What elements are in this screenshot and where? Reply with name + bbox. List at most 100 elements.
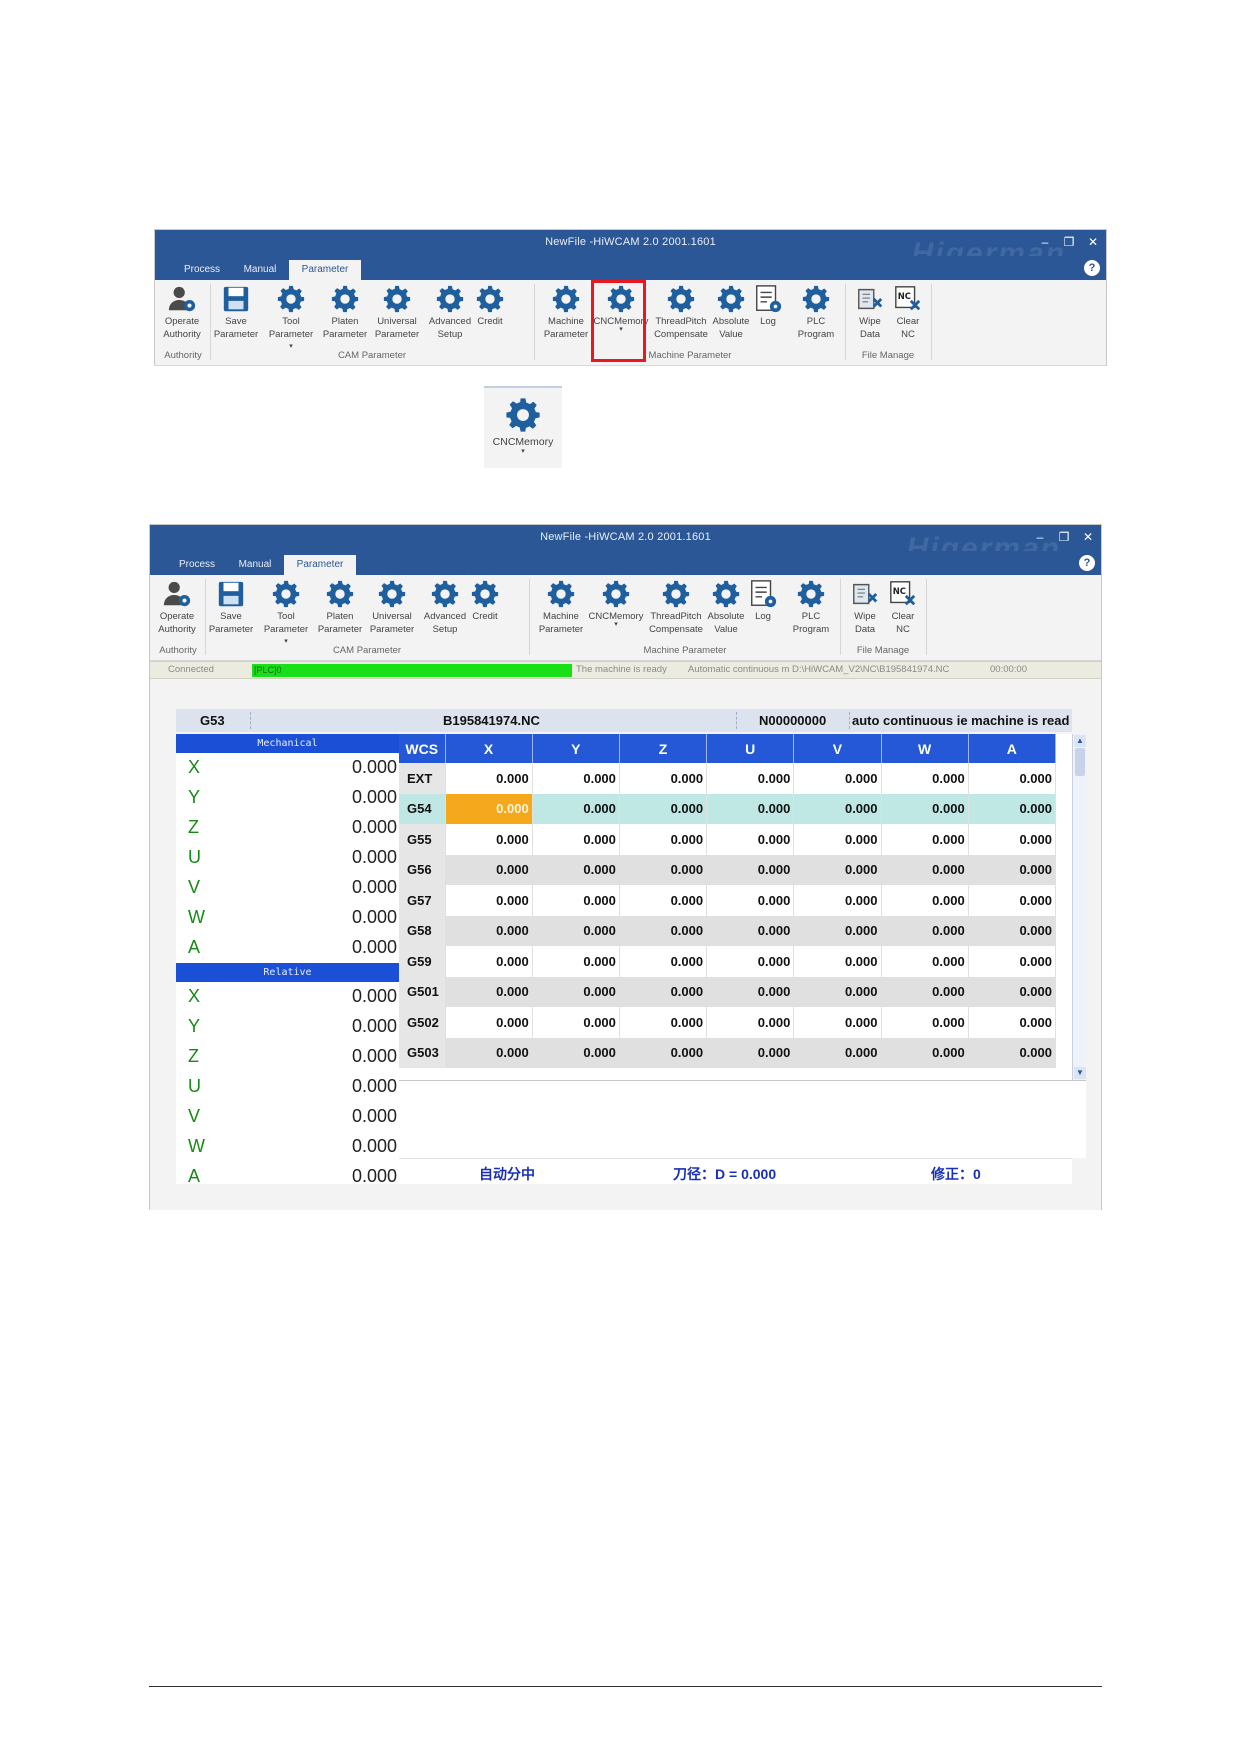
offset-value-cell[interactable]: 0.000 [532, 885, 620, 916]
offset-value-cell[interactable]: 0.000 [445, 763, 533, 794]
credit-button[interactable]: Credit [465, 579, 505, 639]
offset-value-cell[interactable]: 0.000 [793, 793, 882, 824]
offset-value-cell[interactable]: 0.000 [532, 976, 620, 1007]
offset-value-cell[interactable]: 0.000 [881, 1037, 969, 1068]
close-button[interactable]: ✕ [1081, 525, 1095, 549]
offset-value-cell[interactable]: 0.000 [793, 824, 882, 855]
offset-value-cell[interactable]: 0.000 [706, 1037, 795, 1068]
table-row[interactable]: G57 0.000 0.000 0.000 0.000 0.000 0.000 0.000 [399, 885, 1057, 916]
offset-value-cell[interactable]: 0.000 [619, 1007, 708, 1038]
offset-value-cell[interactable]: 0.000 [968, 946, 1057, 977]
advanced-setup-button[interactable]: Advanced Setup [425, 284, 475, 344]
offset-value-cell[interactable]: 0.000 [445, 976, 533, 1007]
table-row[interactable]: G59 0.000 0.000 0.000 0.000 0.000 0.000 0.000 [399, 946, 1057, 977]
log-button[interactable]: Log [743, 579, 783, 639]
table-row[interactable]: G55 0.000 0.000 0.000 0.000 0.000 0.000 0.000 [399, 824, 1057, 855]
offset-value-cell[interactable]: 0.000 [619, 946, 708, 977]
offset-value-cell[interactable]: 0.000 [706, 824, 795, 855]
threadpitch-compensate-button[interactable]: ThreadPitch Compensate [650, 284, 712, 344]
offset-value-cell[interactable]: 0.000 [445, 915, 533, 946]
tab-parameter[interactable]: Parameter [284, 555, 356, 575]
offset-value-cell[interactable]: 0.000 [793, 946, 882, 977]
save-parameter-button[interactable]: Save Parameter [206, 579, 256, 639]
offset-value-cell[interactable]: 0.000 [706, 915, 795, 946]
offset-value-cell[interactable]: 0.000 [881, 763, 969, 794]
tab-process[interactable]: Process [168, 555, 226, 575]
offset-value-cell[interactable]: 0.000 [881, 824, 969, 855]
offset-value-cell[interactable]: 0.000 [706, 793, 795, 824]
offset-value-cell[interactable]: 0.000 [445, 854, 533, 885]
offset-value-cell[interactable]: 0.000 [619, 976, 708, 1007]
tool-parameter-button[interactable]: Tool Parameter ▾ [266, 284, 316, 350]
operate-authority-button[interactable]: Operate Authority [157, 284, 207, 344]
offset-value-cell[interactable]: 0.000 [706, 1007, 795, 1038]
offset-value-cell[interactable]: 0.000 [532, 824, 620, 855]
table-row[interactable]: G503 0.000 0.000 0.000 0.000 0.000 0.000 0.000 [399, 1037, 1057, 1068]
table-row[interactable]: G54 0.000 0.000 0.000 0.000 0.000 0.000 0.000 [399, 793, 1057, 824]
advanced-setup-button[interactable]: Advanced Setup [420, 579, 470, 639]
offset-value-cell[interactable]: 0.000 [532, 915, 620, 946]
offset-value-cell[interactable]: 0.000 [881, 854, 969, 885]
offset-value-cell[interactable]: 0.000 [793, 763, 882, 794]
offset-value-cell[interactable]: 0.000 [881, 946, 969, 977]
offset-value-cell[interactable]: 0.000 [445, 824, 533, 855]
offset-value-cell[interactable]: 0.000 [532, 854, 620, 885]
help-icon[interactable]: ? [1079, 555, 1095, 571]
offset-value-cell[interactable]: 0.000 [619, 885, 708, 916]
offset-value-cell[interactable]: 0.000 [619, 824, 708, 855]
offset-value-cell[interactable]: 0.000 [619, 1037, 708, 1068]
offset-value-cell[interactable]: 0.000 [793, 854, 882, 885]
universal-parameter-button[interactable]: Universal Parameter [372, 284, 422, 344]
offset-value-cell[interactable]: 0.000 [445, 793, 533, 824]
restore-button[interactable]: ❐ [1062, 230, 1076, 254]
offset-value-cell[interactable]: 0.000 [706, 976, 795, 1007]
plc-program-button[interactable]: PLC Program [791, 284, 841, 344]
offset-value-cell[interactable]: 0.000 [706, 885, 795, 916]
offset-value-cell[interactable]: 0.000 [968, 1037, 1057, 1068]
scroll-down-icon[interactable]: ▼ [1074, 1067, 1086, 1079]
offset-value-cell[interactable]: 0.000 [706, 763, 795, 794]
offset-value-cell[interactable]: 0.000 [793, 976, 882, 1007]
offset-value-cell[interactable]: 0.000 [968, 854, 1057, 885]
table-row[interactable]: G502 0.000 0.000 0.000 0.000 0.000 0.000 0.000 [399, 1007, 1057, 1038]
minimize-button[interactable]: – [1038, 230, 1052, 254]
tab-parameter[interactable]: Parameter [289, 260, 361, 280]
offset-value-cell[interactable]: 0.000 [968, 915, 1057, 946]
offset-value-cell[interactable]: 0.000 [532, 946, 620, 977]
log-button[interactable]: Log [748, 284, 788, 344]
offset-value-cell[interactable]: 0.000 [445, 885, 533, 916]
offset-value-cell[interactable]: 0.000 [445, 946, 533, 977]
close-button[interactable]: ✕ [1086, 230, 1100, 254]
tab-manual[interactable]: Manual [233, 260, 287, 280]
clear-nc-button[interactable]: Clear NC [881, 579, 925, 639]
offset-value-cell[interactable]: 0.000 [968, 793, 1057, 824]
restore-button[interactable]: ❐ [1057, 525, 1071, 549]
offset-value-cell[interactable]: 0.000 [968, 824, 1057, 855]
offset-value-cell[interactable]: 0.000 [793, 1037, 882, 1068]
vertical-scrollbar[interactable]: ▲ ▼ [1072, 734, 1086, 1080]
table-row[interactable]: EXT 0.000 0.000 0.000 0.000 0.000 0.000 0.000 [399, 763, 1057, 794]
tool-parameter-button[interactable]: Tool Parameter ▾ [261, 579, 311, 645]
offset-value-cell[interactable]: 0.000 [881, 885, 969, 916]
help-icon[interactable]: ? [1084, 260, 1100, 276]
offset-value-cell[interactable]: 0.000 [793, 1007, 882, 1038]
tab-manual[interactable]: Manual [228, 555, 282, 575]
offset-value-cell[interactable]: 0.000 [881, 976, 969, 1007]
offset-value-cell[interactable]: 0.000 [532, 793, 620, 824]
cncmemory-button[interactable]: CNCMemory ▾ [588, 579, 644, 639]
offset-value-cell[interactable]: 0.000 [881, 915, 969, 946]
table-row[interactable]: G58 0.000 0.000 0.000 0.000 0.000 0.000 0.000 [399, 915, 1057, 946]
universal-parameter-button[interactable]: Universal Parameter [367, 579, 417, 639]
operate-authority-button[interactable]: Operate Authority [152, 579, 202, 639]
table-row[interactable]: G501 0.000 0.000 0.000 0.000 0.000 0.000 0.000 [399, 976, 1057, 1007]
offset-value-cell[interactable]: 0.000 [881, 793, 969, 824]
table-row[interactable]: G56 0.000 0.000 0.000 0.000 0.000 0.000 0.000 [399, 854, 1057, 885]
offset-value-cell[interactable]: 0.000 [619, 854, 708, 885]
machine-parameter-button[interactable]: Machine Parameter [541, 284, 591, 344]
cncmemory-zoom-button[interactable]: CNCMemory ▾ [484, 386, 562, 468]
offset-value-cell[interactable]: 0.000 [968, 1007, 1057, 1038]
threadpitch-compensate-button[interactable]: ThreadPitch Compensate [645, 579, 707, 639]
offset-value-cell[interactable]: 0.000 [968, 763, 1057, 794]
offset-value-cell[interactable]: 0.000 [881, 1007, 969, 1038]
offset-value-cell[interactable]: 0.000 [706, 946, 795, 977]
